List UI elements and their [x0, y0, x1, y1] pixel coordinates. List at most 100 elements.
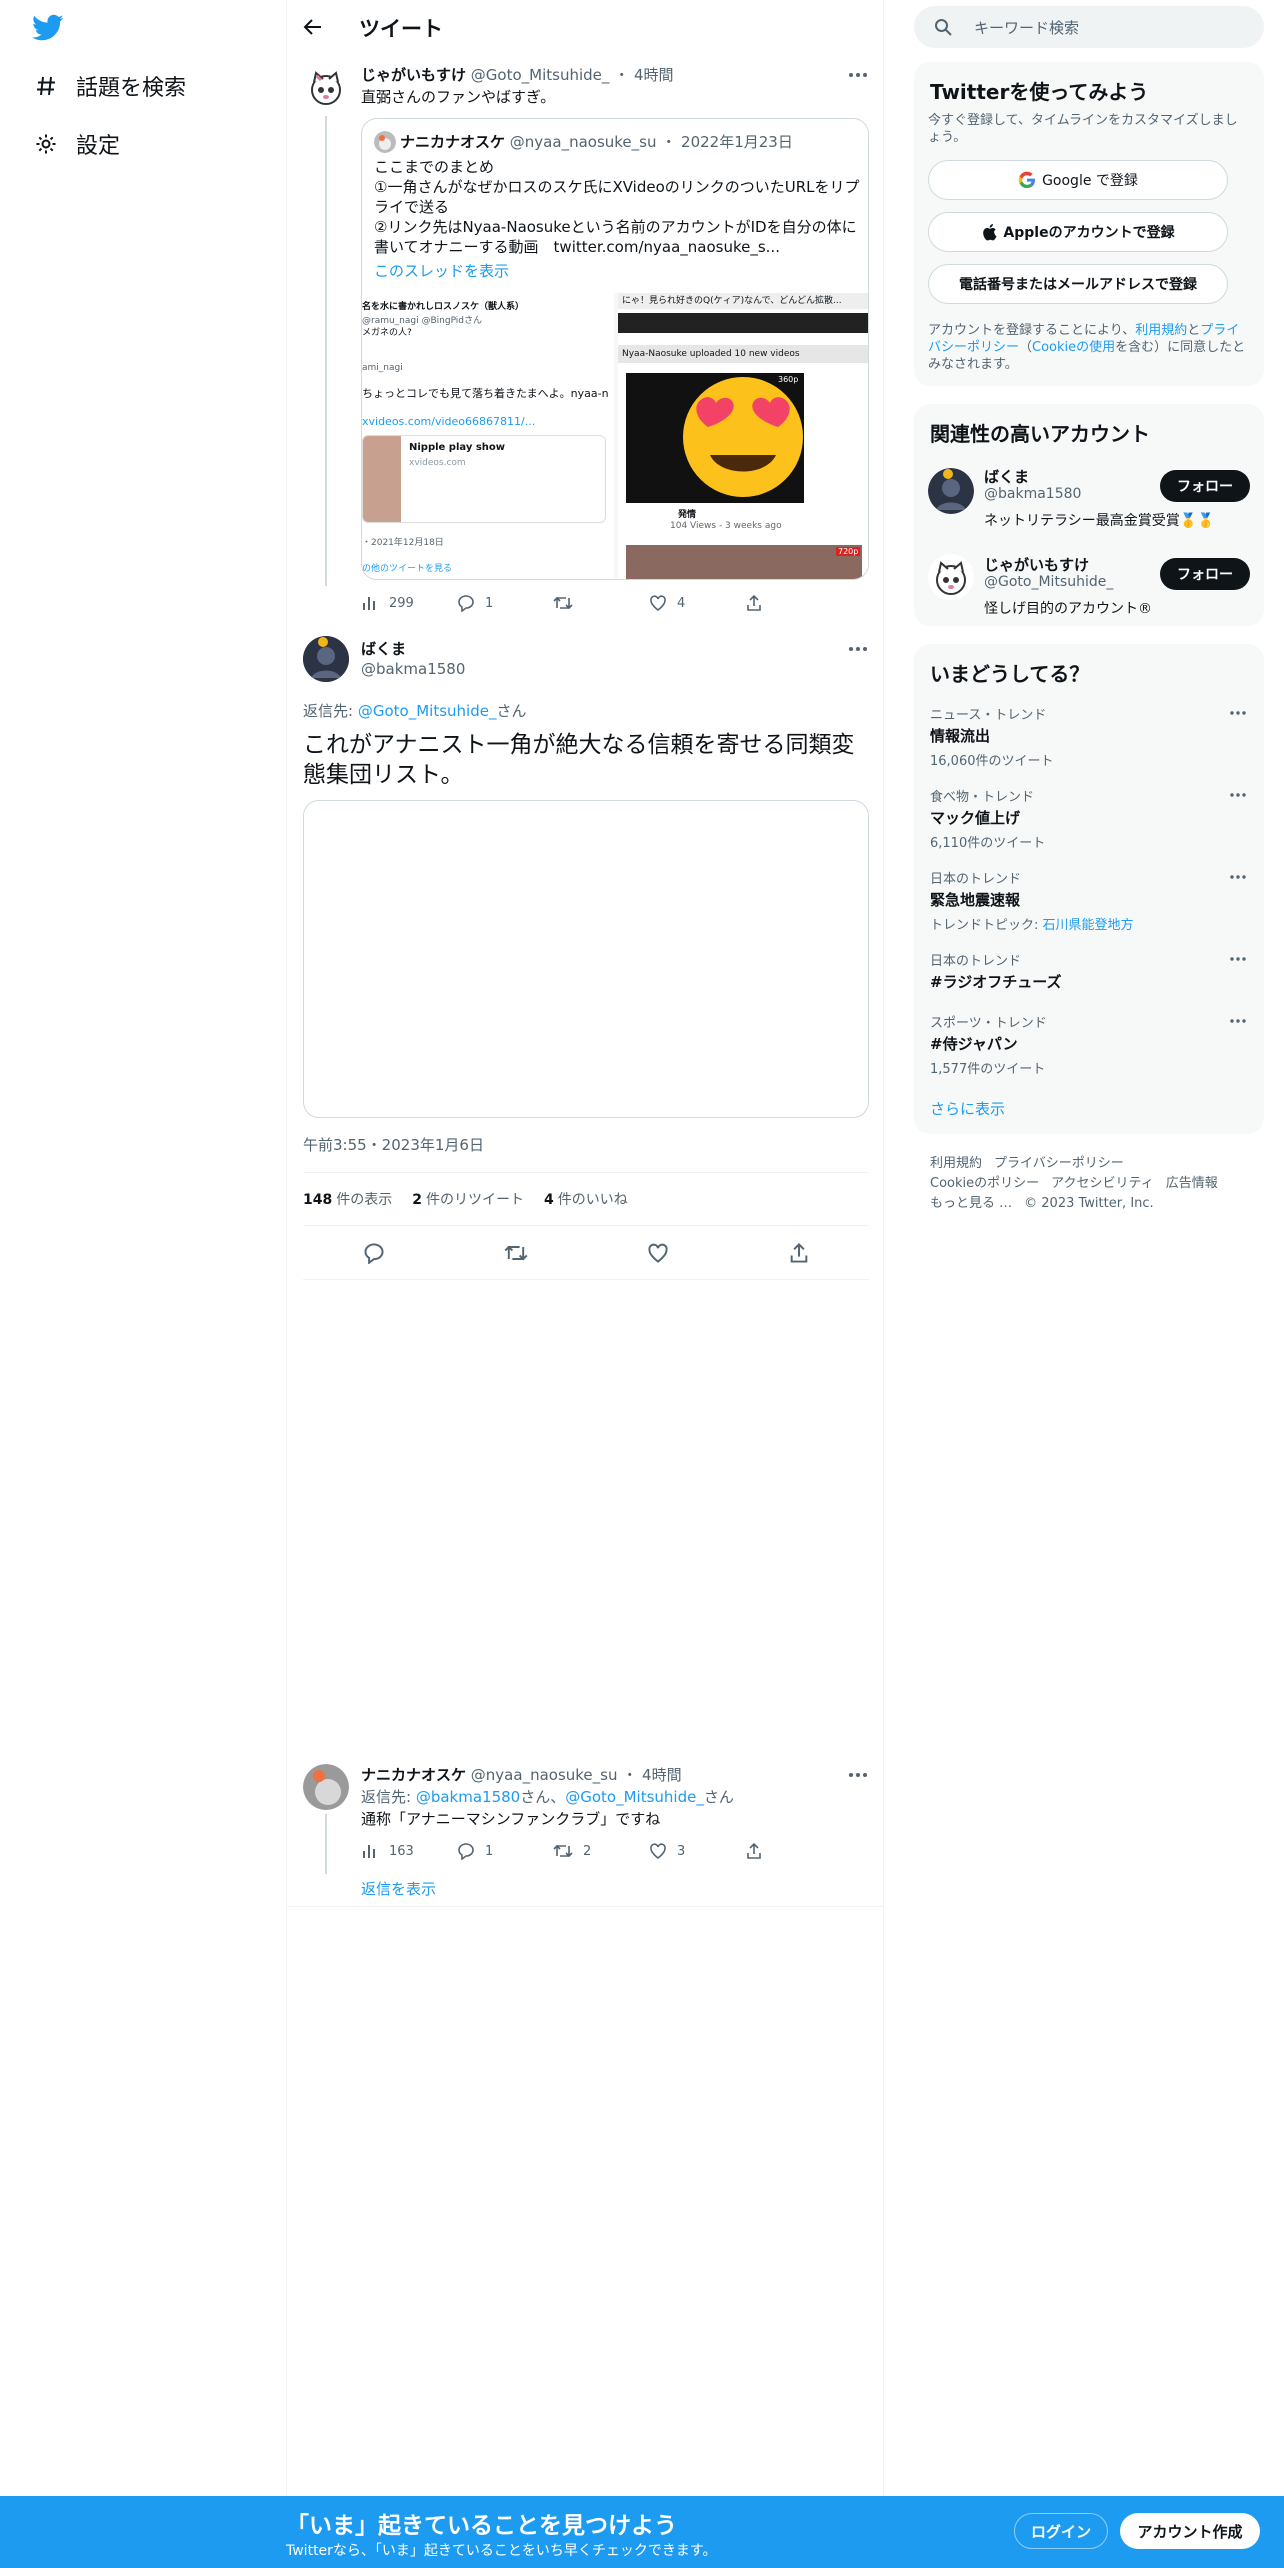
trends-title: いまどうしてる？ — [930, 662, 1090, 686]
trend-item[interactable]: 日本のトレンド #ラジオフチューズ — [930, 950, 1248, 992]
tweet-timestamp[interactable]: 午前3:55・2023年1月6日 — [303, 1134, 484, 1155]
more-icon[interactable] — [1228, 868, 1248, 886]
login-button[interactable]: ログイン — [1014, 2513, 1108, 2549]
media-left-card-domain: xvideos.com — [409, 458, 466, 468]
author-name[interactable]: ナニカナオスケ — [361, 1766, 466, 1784]
tweet-time[interactable]: 4時間 — [634, 66, 674, 84]
share-icon[interactable] — [788, 1242, 810, 1264]
retweet-button[interactable] — [553, 594, 649, 612]
media-right-toolbar — [618, 313, 868, 333]
reply-to-link[interactable]: @Goto_Mitsuhide_ — [358, 702, 497, 720]
embedded-media[interactable] — [303, 800, 869, 1118]
views-count: 163 — [389, 1843, 414, 1859]
retweet-button[interactable]: 2 — [553, 1842, 649, 1860]
trend-title: #侍ジャパン — [930, 1035, 1018, 1053]
thread-line — [325, 116, 327, 586]
related-handle: @Goto_Mitsuhide_ — [984, 574, 1114, 590]
trend-item[interactable]: 日本のトレンド 緊急地震速報 トレンドトピック: 石川県能登地方 — [930, 868, 1248, 933]
author-handle[interactable]: @bakma1580 — [361, 660, 465, 678]
more-icon[interactable] — [1228, 786, 1248, 804]
author-name[interactable]: ばくま — [361, 640, 406, 658]
avatar[interactable] — [303, 636, 349, 682]
follow-button[interactable]: フォロー — [1160, 470, 1250, 502]
reply-button[interactable]: 1 — [457, 1842, 553, 1860]
footer-link[interactable]: もっと見る … — [930, 1196, 1012, 1211]
author-handle[interactable]: @nyaa_naosuke_su — [471, 1766, 618, 1784]
related-account[interactable]: ばくま @bakma1580 ネットリテラシー最高金賞受賞🥇🥇 フォロー — [914, 460, 1264, 544]
quote-line: ②リンク先はNyaa-Naosukeという名前のアカウントがIDを自分の体に — [374, 218, 857, 236]
media-left-title: 名を水に書かれしロスノスケ（獣人系） — [362, 302, 525, 312]
quote-tweet[interactable]: ナニカナオスケ @nyaa_naosuke_su ・ 2022年1月23日 ここ… — [361, 118, 869, 580]
like-button[interactable]: 4 — [649, 594, 745, 612]
avatar[interactable] — [303, 64, 349, 110]
back-arrow-icon[interactable] — [301, 15, 325, 39]
like-button[interactable]: 3 — [649, 1842, 745, 1860]
views-button[interactable]: 163 — [361, 1842, 457, 1860]
share-button[interactable] — [745, 594, 841, 612]
author-name[interactable]: じゃがいもすけ — [361, 66, 466, 84]
nav-settings[interactable]: 設定 — [32, 124, 120, 164]
phone-signup-button[interactable]: 電話番号またはメールアドレスで登録 — [928, 264, 1228, 304]
terms-link[interactable]: 利用規約 — [1135, 323, 1187, 338]
create-account-button[interactable]: アカウント作成 — [1120, 2513, 1260, 2549]
trend-topic-link[interactable]: 石川県能登地方 — [1043, 918, 1134, 933]
heart-icon — [650, 595, 666, 611]
avatar[interactable] — [303, 1764, 349, 1810]
footer-link[interactable]: プライバシーポリシー — [994, 1156, 1124, 1171]
related-handle: @bakma1580 — [984, 486, 1082, 502]
show-replies-link[interactable]: 返信を表示 — [361, 1878, 436, 1899]
google-signup-button[interactable]: Google で登録 — [928, 160, 1228, 200]
reply-prefix: 返信先: — [303, 702, 354, 720]
media-right-video2 — [626, 545, 862, 579]
chart-icon — [363, 597, 375, 610]
show-more-link[interactable]: さらに表示 — [930, 1098, 1005, 1119]
trend-item[interactable]: スポーツ・トレンド #侍ジャパン 1,577件のツイート — [930, 1012, 1248, 1077]
related-account[interactable]: じゃがいもすけ @Goto_Mitsuhide_ 怪しげ目的のアカウント® フォ… — [914, 548, 1264, 624]
nav-explore[interactable]: 話題を検索 — [32, 66, 186, 106]
more-icon[interactable] — [847, 1764, 869, 1786]
tweet-time[interactable]: 4時間 — [642, 1766, 682, 1784]
likes-stat[interactable]: 4 件のいいね — [544, 1189, 628, 1209]
views-button[interactable]: 299 — [361, 594, 457, 612]
trend-item[interactable]: ニュース・トレンド 情報流出 16,060件のツイート — [930, 704, 1248, 769]
footer-link[interactable]: 広告情報 — [1166, 1176, 1218, 1191]
author-handle[interactable]: @Goto_Mitsuhide_ — [471, 66, 610, 84]
reply-button[interactable]: 1 — [457, 594, 553, 612]
footer-link[interactable]: アクセシビリティ — [1051, 1176, 1154, 1191]
banner-title: 「いま」起きていることを見つけよう — [286, 2513, 677, 2539]
quote-media[interactable]: 名を水に書かれしロスノスケ（獣人系） @ramu_nagi @BingPidさん… — [362, 293, 868, 579]
search-box[interactable]: キーワード検索 — [914, 6, 1264, 48]
quote-line: ライで送る — [374, 198, 450, 216]
likes-count: 3 — [677, 1843, 686, 1859]
retweets-stat[interactable]: 2 件のリツイート — [412, 1189, 524, 1209]
more-icon[interactable] — [1228, 704, 1248, 722]
share-button[interactable] — [745, 1842, 841, 1860]
footer-link[interactable]: Cookieのポリシー — [930, 1176, 1039, 1191]
media-right-views: 104 Views - 3 weeks ago — [670, 521, 782, 531]
show-thread-link[interactable]: このスレッドを表示 — [374, 261, 864, 281]
chart-icon — [363, 1845, 375, 1858]
trend-item[interactable]: 食べ物・トレンド マック値上げ 6,110件のツイート — [930, 786, 1248, 851]
reply-to-link[interactable]: @bakma1580 — [416, 1788, 520, 1806]
reply-icon[interactable] — [363, 1242, 385, 1264]
trend-title: 緊急地震速報 — [930, 891, 1021, 909]
more-icon[interactable] — [847, 64, 869, 86]
search-input[interactable]: キーワード検索 — [974, 17, 1079, 38]
main-column: ツイート じゃがいもすけ @Goto_Mitsuhide_ ・ 4時間 直弼さん… — [286, 0, 885, 2500]
footer-link[interactable]: 利用規約 — [930, 1156, 982, 1171]
retweet-icon[interactable] — [504, 1242, 528, 1264]
media-left-text: ちょっとコレでも見て落ち着きたまへよ。nyaa-n — [362, 387, 609, 400]
more-icon[interactable] — [1228, 950, 1248, 968]
more-icon[interactable] — [1228, 1012, 1248, 1030]
media-right-uploaded: Nyaa-Naosuke uploaded 10 new videos — [618, 345, 868, 363]
cookie-link[interactable]: Cookieの使用 — [1032, 340, 1115, 355]
signup-card: Twitterを使ってみよう 今すぐ登録して、タイムラインをカスタマイズしましょ… — [914, 62, 1264, 386]
reply-to-link[interactable]: @Goto_Mitsuhide_ — [565, 1788, 704, 1806]
reply-mid: さん、 — [520, 1788, 566, 1806]
heart-icon[interactable] — [647, 1242, 669, 1264]
tweet-text: 直弼さんのファンやばすぎ。 — [361, 88, 556, 106]
more-icon[interactable] — [847, 638, 869, 660]
follow-button[interactable]: フォロー — [1160, 558, 1250, 590]
twitter-logo-icon[interactable] — [32, 14, 64, 44]
apple-signup-button[interactable]: Appleのアカウントで登録 — [928, 212, 1228, 252]
